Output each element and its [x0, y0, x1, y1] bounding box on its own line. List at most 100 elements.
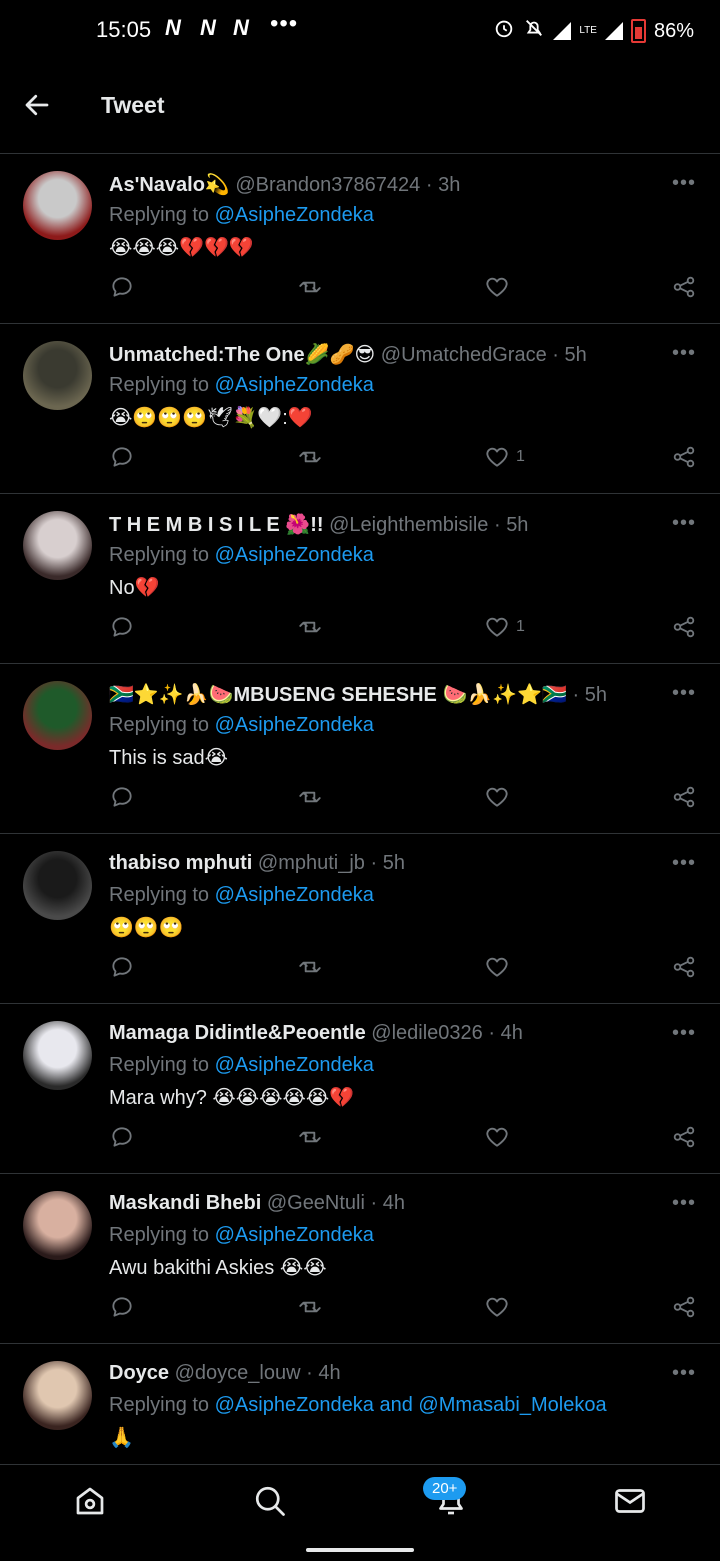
signal-icon — [553, 22, 572, 40]
reply-icon[interactable] — [109, 614, 137, 642]
replying-to-label: Replying to — [109, 544, 210, 566]
user-handle[interactable]: @mphuti_jb — [258, 852, 365, 874]
like-heart-icon[interactable] — [484, 954, 512, 982]
timestamp[interactable]: 5h — [506, 514, 528, 536]
carrier-icon: N — [200, 15, 216, 40]
mention-link[interactable]: @AsipheZondeka — [215, 1394, 374, 1416]
like-heart-icon[interactable] — [484, 1124, 512, 1152]
avatar[interactable] — [23, 1021, 92, 1090]
more-options-icon[interactable]: ••• — [672, 1192, 696, 1215]
like-heart-icon[interactable] — [484, 784, 512, 812]
reply-icon[interactable] — [109, 444, 137, 472]
share-icon[interactable] — [671, 274, 699, 302]
reply-icon[interactable] — [109, 1124, 137, 1152]
mention-link[interactable]: @AsipheZondeka — [215, 1224, 374, 1246]
mention-link[interactable]: @AsipheZondeka — [215, 374, 374, 396]
avatar[interactable] — [23, 171, 92, 240]
tweet-reply[interactable]: Mamaga Didintle&Peoentle @ledile0326 · 4… — [0, 1004, 720, 1174]
retweet-icon[interactable] — [297, 784, 325, 812]
tweet-reply[interactable]: 🇿🇦⭐✨🍌🍉MBUSENG SEHESHE 🍉🍌✨⭐🇿🇦 · 5h ••• Re… — [0, 664, 720, 834]
retweet-icon[interactable] — [297, 444, 325, 472]
tweet-text: Awu bakithi Askies 😭😭 — [109, 1257, 327, 1279]
reply-icon[interactable] — [109, 784, 137, 812]
retweet-icon[interactable] — [297, 1124, 325, 1152]
more-options-icon[interactable]: ••• — [672, 1022, 696, 1045]
display-name[interactable]: Doyce — [109, 1362, 169, 1384]
display-name[interactable]: T H E M B I S I L E 🌺!! — [109, 514, 324, 536]
more-options-icon[interactable]: ••• — [672, 852, 696, 875]
tweet-text: 🙄🙄🙄 — [109, 917, 184, 939]
tweet-meta: T H E M B I S I L E 🌺!! @Leighthembisile… — [109, 512, 528, 537]
share-icon[interactable] — [671, 1294, 699, 1322]
mention-link[interactable]: @Mmasabi_Molekoa — [418, 1394, 606, 1416]
display-name[interactable]: Mamaga Didintle&Peoentle — [109, 1022, 366, 1044]
display-name[interactable]: Unmatched:The One🌽🥜😎 — [109, 344, 375, 366]
more-options-icon[interactable]: ••• — [672, 1362, 696, 1385]
separator-dot: · — [572, 684, 580, 706]
messages-envelope-icon[interactable] — [612, 1483, 652, 1523]
retweet-icon[interactable] — [297, 614, 325, 642]
tweet-reply[interactable]: As'Navalo💫 @Brandon37867424 · 3h ••• Rep… — [0, 154, 720, 324]
timestamp[interactable]: 4h — [501, 1022, 523, 1044]
user-handle[interactable]: @Brandon37867424 — [235, 174, 420, 196]
display-name[interactable]: As'Navalo💫 — [109, 174, 230, 196]
gesture-home-bar[interactable] — [306, 1548, 414, 1552]
home-icon[interactable] — [72, 1483, 112, 1523]
more-options-icon[interactable]: ••• — [672, 342, 696, 365]
tweet-reply[interactable]: thabiso mphuti @mphuti_jb · 5h ••• Reply… — [0, 834, 720, 1004]
mention-link[interactable]: @AsipheZondeka — [215, 884, 374, 906]
reply-icon[interactable] — [109, 274, 137, 302]
avatar[interactable] — [23, 1191, 92, 1260]
like-heart-icon[interactable] — [484, 444, 512, 472]
like-heart-icon[interactable] — [484, 614, 512, 642]
back-arrow-icon[interactable] — [22, 90, 52, 120]
more-options-icon[interactable]: ••• — [672, 682, 696, 705]
reply-icon[interactable] — [109, 954, 137, 982]
share-icon[interactable] — [671, 614, 699, 642]
timestamp[interactable]: 5h — [383, 852, 405, 874]
mention-link[interactable]: @AsipheZondeka — [215, 544, 374, 566]
tweet-reply[interactable]: T H E M B I S I L E 🌺!! @Leighthembisile… — [0, 494, 720, 664]
share-icon[interactable] — [671, 1124, 699, 1152]
replying-to-label: Replying to — [109, 204, 210, 226]
user-handle[interactable]: @ledile0326 — [371, 1022, 483, 1044]
retweet-icon[interactable] — [297, 954, 325, 982]
display-name[interactable]: thabiso mphuti — [109, 852, 252, 874]
timestamp[interactable]: 4h — [318, 1362, 340, 1384]
avatar[interactable] — [23, 511, 92, 580]
avatar[interactable] — [23, 681, 92, 750]
user-handle[interactable]: @Leighthembisile — [329, 514, 488, 536]
share-icon[interactable] — [671, 444, 699, 472]
display-name[interactable]: 🇿🇦⭐✨🍌🍉MBUSENG SEHESHE 🍉🍌✨⭐🇿🇦 — [109, 684, 567, 706]
tweet-actions: 1 — [0, 444, 720, 484]
avatar[interactable] — [23, 851, 92, 920]
avatar[interactable] — [23, 341, 92, 410]
mention-link[interactable]: @AsipheZondeka — [215, 714, 374, 736]
retweet-icon[interactable] — [297, 274, 325, 302]
replying-to-label: Replying to — [109, 714, 210, 736]
reply-icon[interactable] — [109, 1294, 137, 1322]
more-options-icon[interactable]: ••• — [672, 172, 696, 195]
like-heart-icon[interactable] — [484, 1294, 512, 1322]
timestamp[interactable]: 5h — [585, 684, 607, 706]
timestamp[interactable]: 4h — [383, 1192, 405, 1214]
timestamp[interactable]: 5h — [565, 344, 587, 366]
display-name[interactable]: Maskandi Bhebi — [109, 1192, 261, 1214]
like-heart-icon[interactable] — [484, 274, 512, 302]
more-options-icon[interactable]: ••• — [672, 512, 696, 535]
avatar[interactable] — [23, 1361, 92, 1430]
mention-link[interactable]: @AsipheZondeka — [215, 204, 374, 226]
user-handle[interactable]: @doyce_louw — [175, 1362, 301, 1384]
tweet-reply[interactable]: Unmatched:The One🌽🥜😎 @UmatchedGrace · 5h… — [0, 324, 720, 494]
tweet-reply[interactable]: Maskandi Bhebi @GeeNtuli · 4h ••• Replyi… — [0, 1174, 720, 1344]
separator-dot: · — [493, 514, 501, 536]
share-icon[interactable] — [671, 954, 699, 982]
retweet-icon[interactable] — [297, 1294, 325, 1322]
mention-link[interactable]: @AsipheZondeka — [215, 1054, 374, 1076]
tweet-meta: thabiso mphuti @mphuti_jb · 5h — [109, 852, 405, 875]
user-handle[interactable]: @UmatchedGrace — [381, 344, 547, 366]
share-icon[interactable] — [671, 784, 699, 812]
search-icon[interactable] — [252, 1483, 292, 1523]
timestamp[interactable]: 3h — [438, 174, 460, 196]
user-handle[interactable]: @GeeNtuli — [267, 1192, 365, 1214]
